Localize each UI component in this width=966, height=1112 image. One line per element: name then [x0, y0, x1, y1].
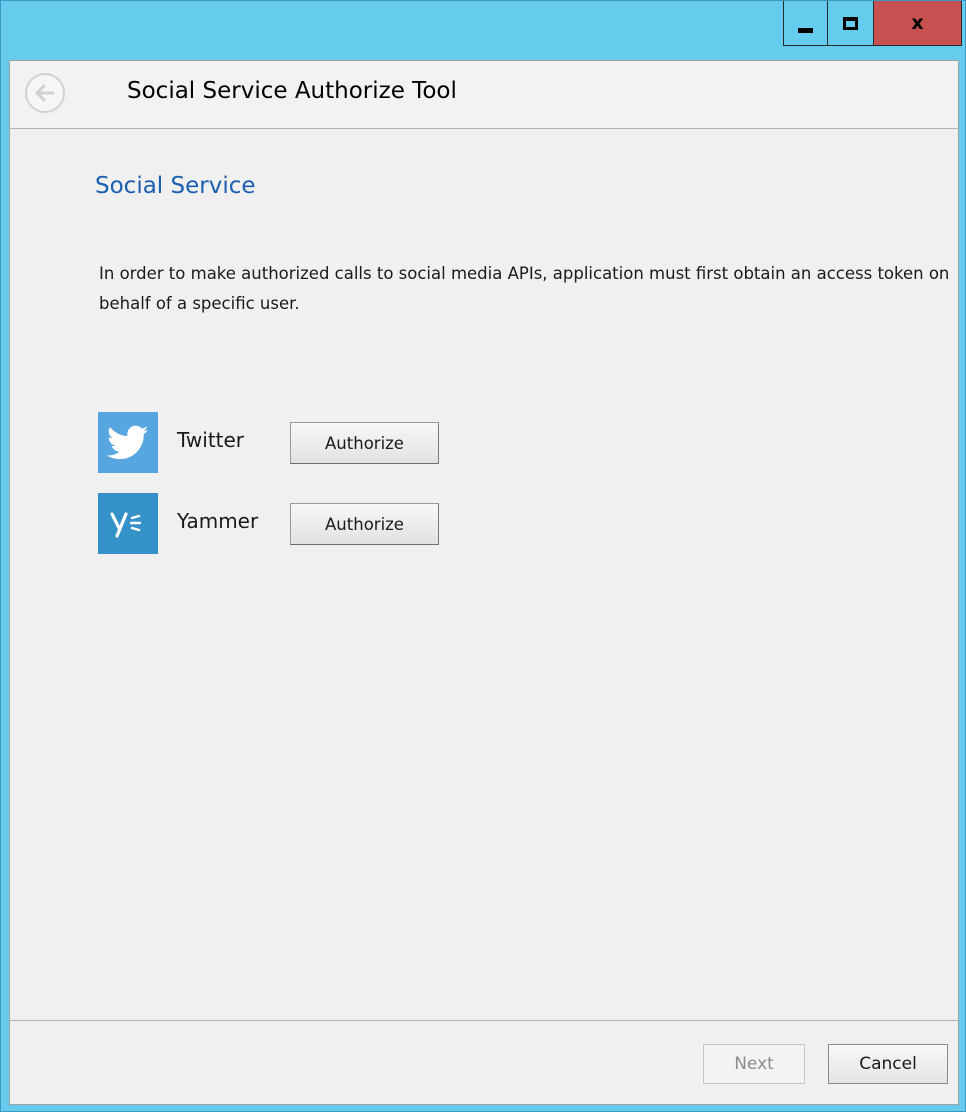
- cancel-button[interactable]: Cancel: [828, 1044, 948, 1084]
- maximize-button[interactable]: [828, 1, 874, 46]
- service-row-yammer: Yammer Authorize: [98, 493, 498, 554]
- yammer-icon: [98, 493, 158, 554]
- back-arrow-icon: [35, 84, 55, 102]
- service-row-twitter: Twitter Authorize: [98, 412, 498, 473]
- service-name-twitter: Twitter: [177, 428, 245, 452]
- wizard-content: Social Service In order to make authoriz…: [10, 129, 958, 1020]
- twitter-icon: [98, 412, 158, 473]
- minimize-icon: [798, 27, 813, 33]
- section-title: Social Service: [95, 173, 256, 199]
- description-text: In order to make authorized calls to soc…: [99, 264, 950, 313]
- authorize-twitter-button[interactable]: Authorize: [290, 422, 439, 464]
- wizard-footer: Next Cancel: [10, 1020, 958, 1104]
- authorize-yammer-button[interactable]: Authorize: [290, 503, 439, 545]
- wizard-header: Social Service Authorize Tool: [10, 61, 958, 129]
- next-button[interactable]: Next: [703, 1044, 805, 1084]
- back-button[interactable]: [25, 73, 65, 113]
- title-bar[interactable]: x: [1, 1, 965, 59]
- maximize-icon: [843, 16, 858, 30]
- minimize-button[interactable]: [783, 1, 828, 46]
- service-name-yammer: Yammer: [177, 509, 259, 533]
- page-title: Social Service Authorize Tool: [127, 78, 457, 104]
- client-area: Social Service Authorize Tool Social Ser…: [9, 60, 959, 1105]
- close-button[interactable]: x: [874, 1, 962, 46]
- caption-buttons: x: [783, 1, 962, 46]
- app-window: x Social Service Authorize Tool Social S…: [0, 0, 966, 1112]
- close-icon: x: [911, 11, 924, 34]
